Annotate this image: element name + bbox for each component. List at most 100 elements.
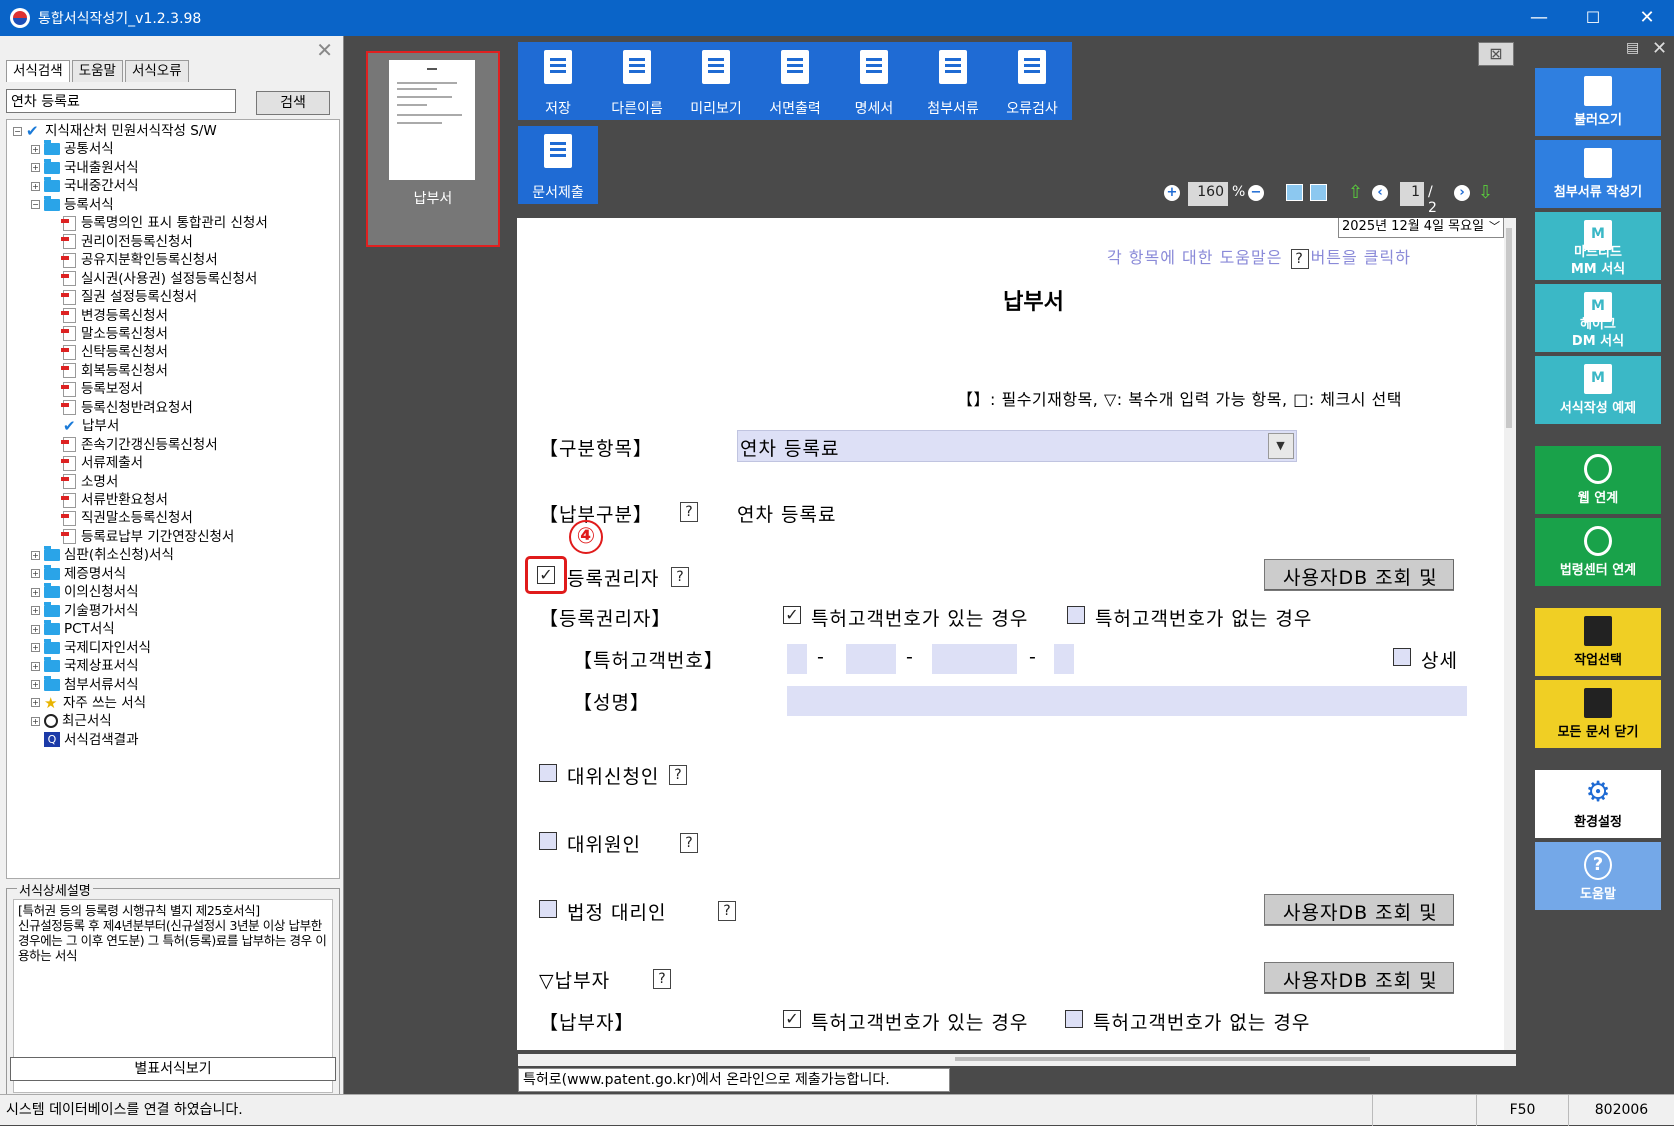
save-button[interactable]: 저장 <box>518 42 598 120</box>
next-page-icon[interactable]: › <box>1454 185 1470 201</box>
save-as-button[interactable]: 다른이름 <box>597 42 677 120</box>
expand-icon[interactable]: + <box>31 569 40 579</box>
expand-icon[interactable]: + <box>31 716 40 726</box>
attachments-button[interactable]: 첨부서류 <box>913 42 993 120</box>
page-thumbnail[interactable]: 납부서 <box>366 51 500 247</box>
prev-page-icon[interactable]: ‹ <box>1372 185 1388 201</box>
panel-layout-icon[interactable]: ▤ <box>1626 40 1639 56</box>
tree-item[interactable]: 서류제출서 <box>61 454 143 472</box>
customer-no-field-1[interactable] <box>787 644 807 674</box>
expand-icon[interactable]: + <box>31 643 40 653</box>
db-lookup-button-1[interactable]: 사용자DB 조회 및 <box>1264 559 1454 591</box>
submit-button[interactable]: 문서제출 <box>518 126 598 204</box>
web-link-button[interactable]: 웹 연계 <box>1535 446 1661 514</box>
expand-icon[interactable]: + <box>31 550 40 560</box>
tree-item[interactable]: 서류반환요청서 <box>61 491 168 509</box>
tree-item[interactable]: 변경등록신청서 <box>61 307 168 325</box>
tree-item[interactable]: 질권 설정등록신청서 <box>61 288 197 306</box>
no-customer-no-radio[interactable] <box>1067 606 1085 624</box>
tree-item[interactable]: − ✔ 지식재산처 민원서식작성 S/W <box>13 122 217 140</box>
legal-agent-checkbox[interactable] <box>539 900 557 918</box>
tree-item[interactable]: + 최근서식 <box>31 712 112 730</box>
tree-item[interactable]: + ★ 자주 쓰는 서식 <box>31 694 146 712</box>
tree-item[interactable]: 권리이전등록신청서 <box>61 233 193 251</box>
madrid-mm-button[interactable]: M 마드리드 MM 서식 <box>1535 212 1661 280</box>
horizontal-scrollbar[interactable] <box>955 1057 1370 1061</box>
help-proxy-applicant-icon[interactable]: ? <box>669 765 687 785</box>
tree-item[interactable]: 말소등록신청서 <box>61 325 168 343</box>
error-check-button[interactable]: 오류검사 <box>992 42 1072 120</box>
reg-holder-checkbox[interactable]: ✓ <box>537 566 555 584</box>
scroll-thumb[interactable] <box>1506 228 1512 428</box>
customer-no-field-3[interactable] <box>932 644 1017 674</box>
tree-item[interactable]: + 심판(취소신청)서식 <box>31 546 174 564</box>
customer-no-field-4[interactable] <box>1054 644 1074 674</box>
tree-item[interactable]: − 등록서식 <box>31 195 114 214</box>
category-select[interactable]: 연차 등록료 ▼ <box>737 430 1297 462</box>
help-reg-holder-icon[interactable]: ? <box>671 567 689 587</box>
tree-item[interactable]: + 첨부서류서식 <box>31 675 139 694</box>
search-input[interactable] <box>6 89 236 113</box>
proxy-applicant-checkbox[interactable] <box>539 764 557 782</box>
close-panel-icon[interactable]: ✕ <box>316 38 333 62</box>
help-payer-icon[interactable]: ? <box>653 969 671 989</box>
hague-dm-button[interactable]: M 헤이그 DM 서식 <box>1535 284 1661 352</box>
zoom-in-icon[interactable]: + <box>1164 185 1180 201</box>
task-select-button[interactable]: 작업선택 <box>1535 608 1661 676</box>
tree-item[interactable]: 등록신청반려요청서 <box>61 399 193 417</box>
load-button[interactable]: 불러오기 <box>1535 68 1661 136</box>
tree-item[interactable]: + 공통서식 <box>31 140 114 158</box>
tree-item[interactable]: + 국내중간서식 <box>31 177 139 195</box>
tab-form-search[interactable]: 서식검색 <box>6 60 70 82</box>
close-window-button[interactable]: ✕ <box>1620 0 1674 36</box>
tree-item[interactable]: 신탁등록신청서 <box>61 343 168 361</box>
tree-item[interactable]: + 이의신청서식 <box>31 583 139 601</box>
dropdown-arrow-icon[interactable]: ▼ <box>1268 433 1294 459</box>
fit-width-icon[interactable] <box>1286 184 1303 201</box>
tree-item[interactable]: 회복등록신청서 <box>61 362 168 380</box>
help-button[interactable]: ? 도움말 <box>1535 842 1661 910</box>
tree-item[interactable]: Q 서식검색결과 <box>31 731 139 749</box>
preview-button[interactable]: 미리보기 <box>676 42 756 120</box>
help-payment-type-icon[interactable]: ? <box>680 502 698 522</box>
minimize-button[interactable]: — <box>1512 0 1566 36</box>
search-button[interactable]: 검색 <box>256 91 330 115</box>
print-button[interactable]: 서면출력 <box>755 42 835 120</box>
expand-icon[interactable]: + <box>31 624 40 634</box>
proxy-cause-checkbox[interactable] <box>539 832 557 850</box>
view-appendix-form-button[interactable]: 별표서식보기 <box>10 1057 336 1081</box>
payer-has-customer-no-radio[interactable]: ✓ <box>783 1010 801 1028</box>
attachment-writer-button[interactable]: 첨부서류 작성기 <box>1535 140 1661 208</box>
tree-item[interactable]: 등록보정서 <box>61 380 143 398</box>
tree-item[interactable]: + 국제디자인서식 <box>31 638 151 657</box>
page-number[interactable]: 1 <box>1400 182 1424 206</box>
first-page-icon[interactable]: ⇧ <box>1348 182 1363 203</box>
tree-item[interactable]: 소명서 <box>61 473 118 491</box>
collapse-icon[interactable]: − <box>13 126 22 136</box>
detail-checkbox[interactable] <box>1393 648 1411 666</box>
expand-icon[interactable]: + <box>31 661 40 671</box>
zoom-value[interactable]: 160 <box>1188 182 1228 206</box>
zoom-out-icon[interactable]: − <box>1248 185 1264 201</box>
fit-page-icon[interactable] <box>1310 184 1327 201</box>
close-all-button[interactable]: 모든 문서 닫기 <box>1535 680 1661 748</box>
tree-item[interactable]: 존속기간갱신등록신청서 <box>61 436 218 454</box>
has-customer-no-radio[interactable]: ✓ <box>783 606 801 624</box>
date-picker[interactable]: 2025년 12월 4일 목요일 ﹀ <box>1338 218 1504 238</box>
expand-icon[interactable]: + <box>31 587 40 597</box>
specification-button[interactable]: 명세서 <box>834 42 914 120</box>
collapse-icon[interactable]: − <box>31 200 40 210</box>
help-proxy-cause-icon[interactable]: ? <box>680 833 698 853</box>
tree-item[interactable]: 실시권(사용권) 설정등록신청서 <box>61 270 257 288</box>
expand-icon[interactable]: + <box>31 163 40 173</box>
tree-item[interactable]: 공유지분확인등록신청서 <box>61 251 218 269</box>
tree-item[interactable]: 직권말소등록신청서 <box>61 509 193 527</box>
settings-button[interactable]: ⚙ 환경설정 <box>1535 770 1661 838</box>
tree-item[interactable]: + PCT서식 <box>31 620 115 638</box>
law-center-button[interactable]: 법령센터 연계 <box>1535 518 1661 586</box>
expand-icon[interactable]: + <box>31 606 40 616</box>
tree-item[interactable]: + 국제상표서식 <box>31 657 139 675</box>
tree-item[interactable]: + 기술평가서식 <box>31 601 139 620</box>
tree-item[interactable]: + 제증명서식 <box>31 564 126 583</box>
db-lookup-button-3[interactable]: 사용자DB 조회 및 <box>1264 962 1454 994</box>
